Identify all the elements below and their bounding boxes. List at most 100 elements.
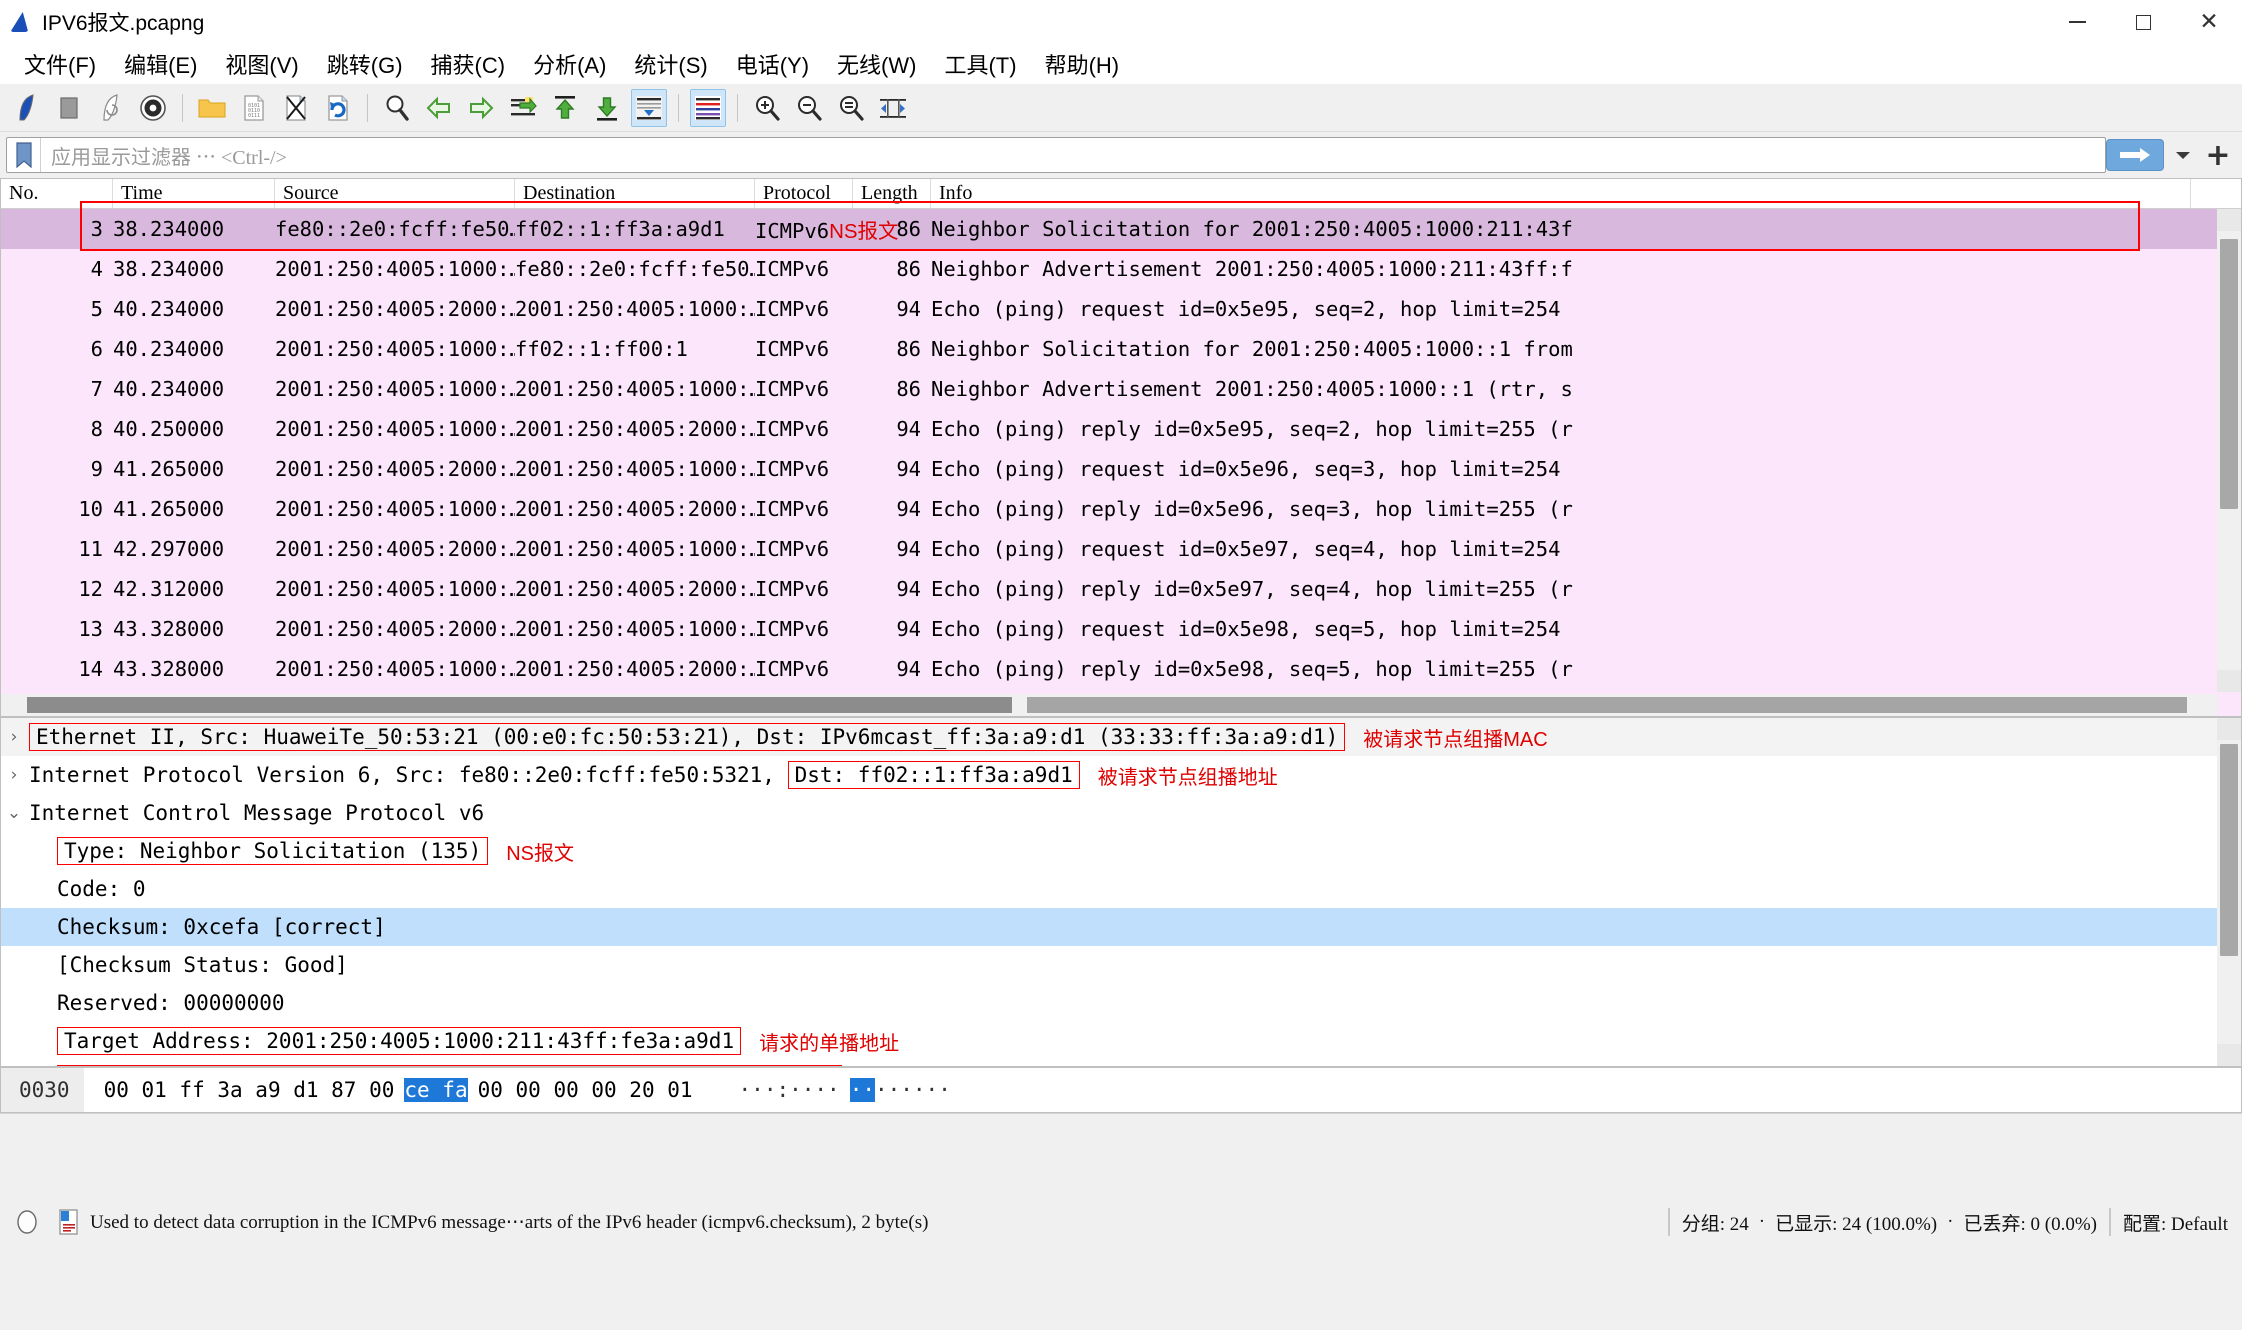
menu-go[interactable]: 跳转(G) xyxy=(313,46,417,82)
detail-tree-item[interactable]: ›Ethernet II, Src: HuaweiTe_50:53:21 (00… xyxy=(1,718,2241,756)
table-row[interactable]: 438.2340002001:250:4005:1000:…fe80::2e0:… xyxy=(1,249,2241,289)
vscroll-thumb[interactable] xyxy=(2220,239,2238,509)
table-row[interactable]: 1041.2650002001:250:4005:1000:…2001:250:… xyxy=(1,489,2241,529)
hex-ascii-before[interactable]: ···:···· xyxy=(693,1078,840,1102)
wireshark-fin-icon xyxy=(8,9,34,35)
packet-list-pane[interactable]: No. Time Source Destination Protocol Len… xyxy=(0,178,2242,717)
column-header-source[interactable]: Source xyxy=(275,179,515,208)
table-row[interactable]: 840.2500002001:250:4005:1000:…2001:250:4… xyxy=(1,409,2241,449)
column-header-length[interactable]: Length xyxy=(853,179,931,208)
chevron-down-icon[interactable]: ⌄ xyxy=(1,803,27,823)
table-row[interactable]: 941.2650002001:250:4005:2000:…2001:250:4… xyxy=(1,449,2241,489)
auto-scroll-icon[interactable] xyxy=(631,89,667,127)
close-button[interactable]: ✕ xyxy=(2176,0,2242,44)
menu-tools[interactable]: 工具(T) xyxy=(930,46,1030,82)
column-header-destination[interactable]: Destination xyxy=(515,179,755,208)
detail-tree-item[interactable]: Checksum: 0xcefa [correct] xyxy=(1,908,2241,946)
close-file-icon[interactable] xyxy=(278,89,314,127)
go-back-icon[interactable] xyxy=(421,89,457,127)
detail-scroll-up-arrow[interactable] xyxy=(2217,718,2241,740)
packet-list-rows[interactable]: 338.234000fe80::2e0:fcff:fe50…ff02::1:ff… xyxy=(1,209,2241,716)
hscroll-thumb-right[interactable] xyxy=(1027,697,2187,713)
detail-tree-item[interactable]: Reserved: 00000000 xyxy=(1,984,2241,1022)
go-forward-icon[interactable] xyxy=(463,89,499,127)
zoom-out-icon[interactable] xyxy=(791,89,827,127)
start-capture-icon[interactable] xyxy=(9,89,45,127)
find-packet-icon[interactable] xyxy=(379,89,415,127)
table-row[interactable]: 1142.2970002001:250:4005:2000:…2001:250:… xyxy=(1,529,2241,569)
table-row[interactable]: 338.234000fe80::2e0:fcff:fe50…ff02::1:ff… xyxy=(1,209,2241,249)
open-file-icon[interactable] xyxy=(194,89,230,127)
detail-tree-item[interactable]: Code: 0 xyxy=(1,870,2241,908)
hex-ascii-selected[interactable]: ·· xyxy=(850,1078,875,1102)
table-row[interactable]: 640.2340002001:250:4005:1000:…ff02::1:ff… xyxy=(1,329,2241,369)
reload-file-icon[interactable] xyxy=(320,89,356,127)
detail-tree-item[interactable]: Type: Neighbor Solicitation (135)NS报文 xyxy=(1,832,2241,870)
go-first-packet-icon[interactable] xyxy=(547,89,583,127)
bookmark-icon[interactable] xyxy=(7,138,41,172)
menu-wireless[interactable]: 无线(W) xyxy=(823,46,930,82)
detail-tree-item[interactable]: ⌄ICMPv6 Option (Source link-layer addres… xyxy=(1,1060,2241,1067)
packet-list-hscrollbar[interactable] xyxy=(1,694,2217,716)
go-last-packet-icon[interactable] xyxy=(589,89,625,127)
capture-file-properties-icon[interactable] xyxy=(54,1207,84,1237)
menu-telephony[interactable]: 电话(Y) xyxy=(722,46,823,82)
cell-source: 2001:250:4005:1000:… xyxy=(275,377,515,401)
hex-bytes-selected[interactable]: ce fa xyxy=(404,1078,467,1102)
menu-help[interactable]: 帮助(H) xyxy=(1031,46,1134,82)
detail-vscrollbar[interactable] xyxy=(2217,718,2241,1066)
menu-file[interactable]: 文件(F) xyxy=(10,46,110,82)
table-row[interactable]: 1443.3280002001:250:4005:1000:…2001:250:… xyxy=(1,649,2241,689)
hex-ascii-after[interactable]: ······ xyxy=(875,1078,951,1102)
packet-list-vscrollbar[interactable] xyxy=(2217,209,2241,692)
table-row[interactable]: 740.2340002001:250:4005:1000:…2001:250:4… xyxy=(1,369,2241,409)
scroll-up-arrow[interactable] xyxy=(2217,209,2241,231)
expert-info-icon[interactable] xyxy=(12,1207,42,1237)
hscroll-thumb[interactable] xyxy=(27,697,1012,713)
filter-input-container[interactable]: 应用显示过滤器 ⋯ <Ctrl-/> xyxy=(6,137,2106,173)
zoom-reset-icon[interactable] xyxy=(833,89,869,127)
chevron-down-icon[interactable] xyxy=(2166,138,2200,172)
menu-statistics[interactable]: 统计(S) xyxy=(620,46,721,82)
packet-bytes-pane[interactable]: 0030 00 01 ff 3a a9 d1 87 00 ce fa 00 00… xyxy=(0,1067,2242,1113)
minimize-button[interactable] xyxy=(2044,0,2110,44)
table-row[interactable]: 1343.3280002001:250:4005:2000:…2001:250:… xyxy=(1,609,2241,649)
stop-capture-icon[interactable] xyxy=(51,89,87,127)
apply-filter-button[interactable] xyxy=(2106,139,2164,171)
maximize-button[interactable] xyxy=(2110,0,2176,44)
detail-tree-item[interactable]: [Checksum Status: Good] xyxy=(1,946,2241,984)
plus-icon[interactable]: + xyxy=(2200,137,2236,173)
search-input[interactable]: 应用显示过滤器 ⋯ <Ctrl-/> xyxy=(41,141,287,170)
cell-protocol: ICMPv6 xyxy=(755,537,853,561)
table-row[interactable]: 540.2340002001:250:4005:2000:…2001:250:4… xyxy=(1,289,2241,329)
detail-tree-item[interactable]: ›Internet Protocol Version 6, Src: fe80:… xyxy=(1,756,2241,794)
detail-tree-item[interactable]: Target Address: 2001:250:4005:1000:211:4… xyxy=(1,1022,2241,1060)
column-header-info[interactable]: Info xyxy=(931,179,2191,208)
column-header-no[interactable]: No. xyxy=(1,179,113,208)
menu-capture[interactable]: 捕获(C) xyxy=(417,46,520,82)
packet-details-tree[interactable]: ›Ethernet II, Src: HuaweiTe_50:53:21 (00… xyxy=(1,718,2241,1067)
menu-view[interactable]: 视图(V) xyxy=(211,46,312,82)
column-header-time[interactable]: Time xyxy=(113,179,275,208)
profile-label[interactable]: 配置: Default xyxy=(2123,1209,2228,1236)
menu-analyze[interactable]: 分析(A) xyxy=(519,46,620,82)
capture-options-icon[interactable] xyxy=(135,89,171,127)
menu-edit[interactable]: 编辑(E) xyxy=(110,46,211,82)
zoom-in-icon[interactable] xyxy=(749,89,785,127)
detail-scroll-down-arrow[interactable] xyxy=(2217,1044,2241,1066)
colorize-icon[interactable] xyxy=(690,89,726,127)
resize-columns-icon[interactable] xyxy=(875,89,911,127)
restart-capture-icon[interactable] xyxy=(93,89,129,127)
column-header-protocol[interactable]: Protocol xyxy=(755,179,853,208)
go-to-packet-icon[interactable] xyxy=(505,89,541,127)
hex-bytes-before[interactable]: 00 01 ff 3a a9 d1 87 00 xyxy=(84,1078,395,1102)
table-row[interactable]: 1242.3120002001:250:4005:1000:…2001:250:… xyxy=(1,569,2241,609)
detail-tree-item[interactable]: ⌄Internet Control Message Protocol v6 xyxy=(1,794,2241,832)
save-file-icon[interactable]: 010101100111 xyxy=(236,89,272,127)
chevron-right-icon[interactable]: › xyxy=(1,765,27,785)
detail-vscroll-thumb[interactable] xyxy=(2220,744,2238,956)
hex-bytes-after[interactable]: 00 00 00 00 20 01 xyxy=(478,1078,693,1102)
packet-details-pane[interactable]: ›Ethernet II, Src: HuaweiTe_50:53:21 (00… xyxy=(0,717,2242,1067)
chevron-right-icon[interactable]: › xyxy=(1,727,27,747)
scroll-down-arrow[interactable] xyxy=(2217,670,2241,692)
